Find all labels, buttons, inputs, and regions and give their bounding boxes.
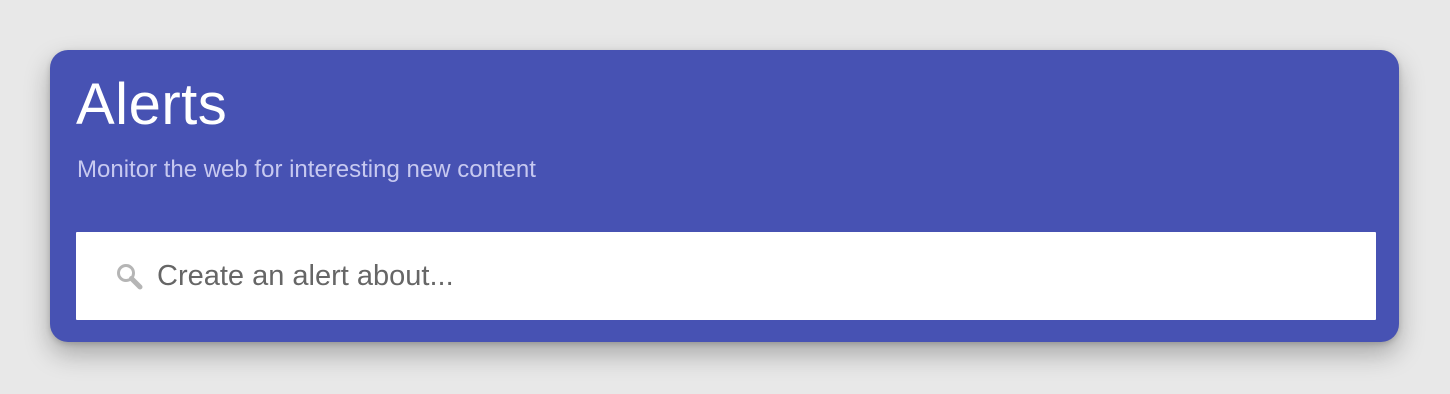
- search-icon: [113, 260, 145, 292]
- search-icon-graphic: [117, 264, 143, 290]
- alerts-card: Alerts Monitor the web for interesting n…: [50, 50, 1399, 342]
- alert-search-input[interactable]: [157, 248, 1347, 304]
- alerts-page: Alerts Monitor the web for interesting n…: [0, 0, 1450, 394]
- page-subtitle: Monitor the web for interesting new cont…: [77, 156, 536, 183]
- alert-search-box[interactable]: [76, 232, 1376, 320]
- page-title: Alerts: [76, 72, 228, 137]
